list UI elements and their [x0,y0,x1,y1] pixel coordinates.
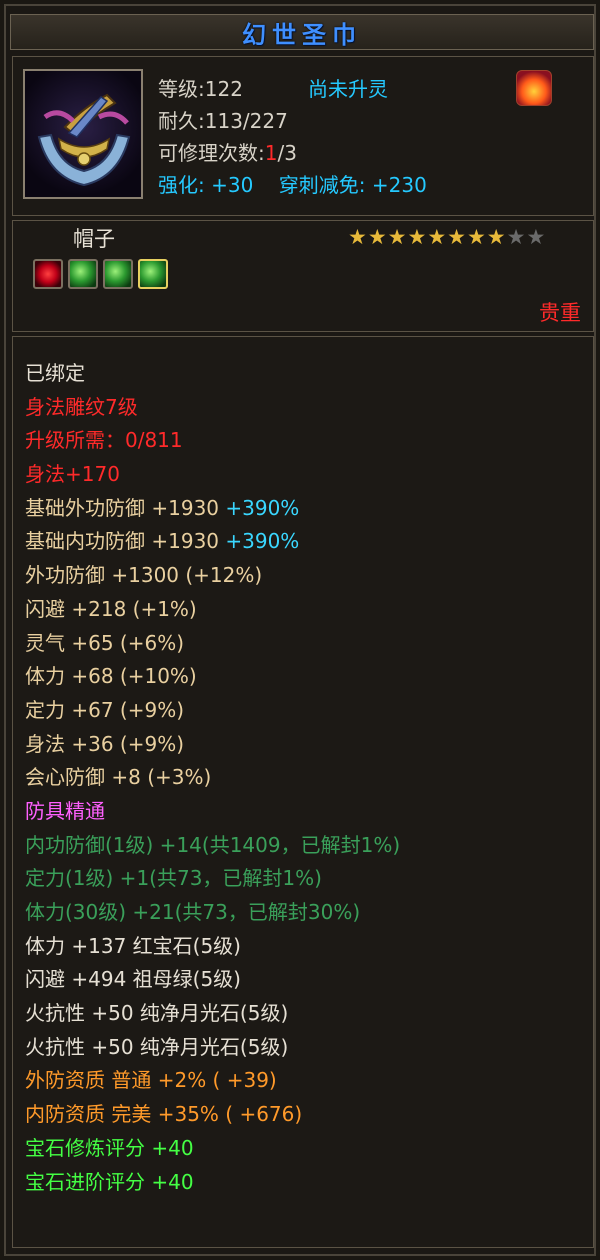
rarity-label: 贵重 [539,301,581,325]
property-line: 体力(30级) +21(共73，已解封30%) [25,896,593,930]
property-text: +390% [225,529,300,554]
star-rating: ★★★★★★★★★★ [348,225,546,249]
item-info-panel: 等级:122 耐久:113/227 可修理次数:1/3 强化: +30 穿刺减免… [12,56,594,216]
durability-label: 耐久 [158,109,198,133]
property-line: 定力 +67 (+9%) [25,694,593,728]
item-type-panel: 帽子 ★★★★★★★★★★ 贵重 [12,220,594,332]
property-line: 升级所需：0/811 [25,424,593,458]
enhance-row: 强化: +30 穿刺减免: +230 [158,173,427,197]
emerald-gem-icon[interactable] [138,259,168,289]
durability-value: 113/227 [204,109,288,133]
emerald-gem-icon[interactable] [103,259,133,289]
property-text: 防具精通 [25,798,105,823]
property-text: 定力(1级) +1(共73，已解封1%) [25,866,322,891]
property-line: 火抗性 +50 纯净月光石(5级) [25,1031,593,1065]
emerald-gem-icon[interactable] [68,259,98,289]
spirit-status: 尚未升灵 [308,77,388,101]
enhance-value: +30 [211,173,254,197]
property-text: 体力(30级) +21(共73，已解封30%) [25,900,361,924]
property-text: 灵气 +65 (+6%) [25,630,185,655]
property-text: 外防资质 普通 +2% ( +39) [25,1068,277,1093]
repair-total: /3 [277,141,297,165]
property-text: 火抗性 +50 纯净月光石(5级) [25,1001,289,1026]
pierce-value: +230 [371,173,427,197]
level-label: 等级 [158,77,198,101]
ruby-gem-icon[interactable] [33,259,63,289]
property-text: 火抗性 +50 纯净月光石(5级) [25,1034,289,1059]
property-text: 体力 +137 红宝石(5级) [25,933,241,958]
property-line: 闪避 +494 祖母绿(5级) [25,963,593,997]
star-icon: ★ [367,225,388,249]
item-icon-frame[interactable] [23,69,143,199]
property-text: 定力 +67 (+9%) [25,697,185,722]
property-text: 宝石进阶评分 +40 [25,1169,194,1194]
property-line: 防具精通 [25,795,593,829]
property-line: 身法+170 [25,458,593,492]
star-icon: ★ [348,225,368,249]
property-text: 外功防御 +1300 (+12%) [25,563,263,588]
item-title: 幻世圣巾 [242,20,362,49]
property-line: 外功防御 +1300 (+12%) [25,559,593,593]
star-icon: ★ [407,225,428,249]
property-line: 体力 +137 红宝石(5级) [25,930,593,964]
pierce-label: 穿刺减免 [278,173,359,197]
property-text: 身法雕纹7级 [25,394,138,419]
property-line: 身法 +36 (+9%) [25,728,593,762]
property-line: 闪避 +218 (+1%) [25,593,593,627]
property-line: 内防资质 完美 +35% ( +676) [25,1098,593,1132]
property-line: 身法雕纹7级 [25,391,593,425]
star-icon: ★ [506,225,527,249]
property-text: +390% [225,495,300,520]
property-line: 基础外功防御 +1930 +390% [25,492,593,526]
item-type: 帽子 [73,227,115,251]
property-text: 体力 +68 (+10%) [25,664,197,689]
property-line: 定力(1级) +1(共73，已解封1%) [25,862,593,896]
repair-row: 可修理次数:1/3 [158,141,297,165]
star-icon: ★ [427,225,448,249]
property-text: 已绑定 [25,361,85,385]
property-text: 基础内功防御 +1930 [25,529,226,554]
star-icon: ★ [447,225,467,249]
property-line: 宝石进阶评分 +40 [25,1166,593,1200]
property-text: 会心防御 +8 (+3%) [25,765,212,790]
level-value: 122 [204,77,243,101]
property-text: 基础外功防御 +1930 [25,495,226,520]
property-line: 外防资质 普通 +2% ( +39) [25,1064,593,1098]
property-text: 身法+170 [25,462,120,487]
property-text: 内防资质 完美 +35% ( +676) [25,1102,303,1127]
repair-current: 1 [264,141,278,165]
enhance-label: 强化 [158,173,198,197]
property-text: 内功防御(1级) +14(共1409，已解封1%) [25,832,401,857]
property-text: 闪避 +218 (+1%) [25,596,197,621]
property-line: 宝石修炼评分 +40 [25,1132,593,1166]
star-icon: ★ [486,225,507,249]
property-line: 内功防御(1级) +14(共1409，已解封1%) [25,829,593,863]
star-icon: ★ [387,225,408,249]
property-line: 灵气 +65 (+6%) [25,627,593,661]
property-text: 宝石修炼评分 +40 [25,1135,194,1160]
star-icon: ★ [466,225,487,249]
properties-list: 已绑定身法雕纹7级升级所需：0/811 身法+170 基础外功防御 +1930 +3… [12,336,594,1248]
flame-icon[interactable] [516,70,552,106]
property-text: 升级所需：0/811 [25,428,183,453]
property-text: 身法 +36 (+9%) [25,731,185,756]
property-line: 火抗性 +50 纯净月光石(5级) [25,997,593,1031]
star-icon: ★ [526,225,547,249]
property-line: 已绑定 [25,357,593,391]
gem-slots [33,259,168,289]
property-text: 闪避 +494 祖母绿(5级) [25,967,241,992]
property-line: 基础内功防御 +1930 +390% [25,525,593,559]
title-bar: 幻世圣巾 [10,14,594,50]
repair-label: 可修理次数 [158,141,258,165]
headband-icon [37,93,131,187]
property-line: 体力 +68 (+10%) [25,660,593,694]
durability-row: 耐久:113/227 [158,109,288,133]
property-line: 会心防御 +8 (+3%) [25,761,593,795]
